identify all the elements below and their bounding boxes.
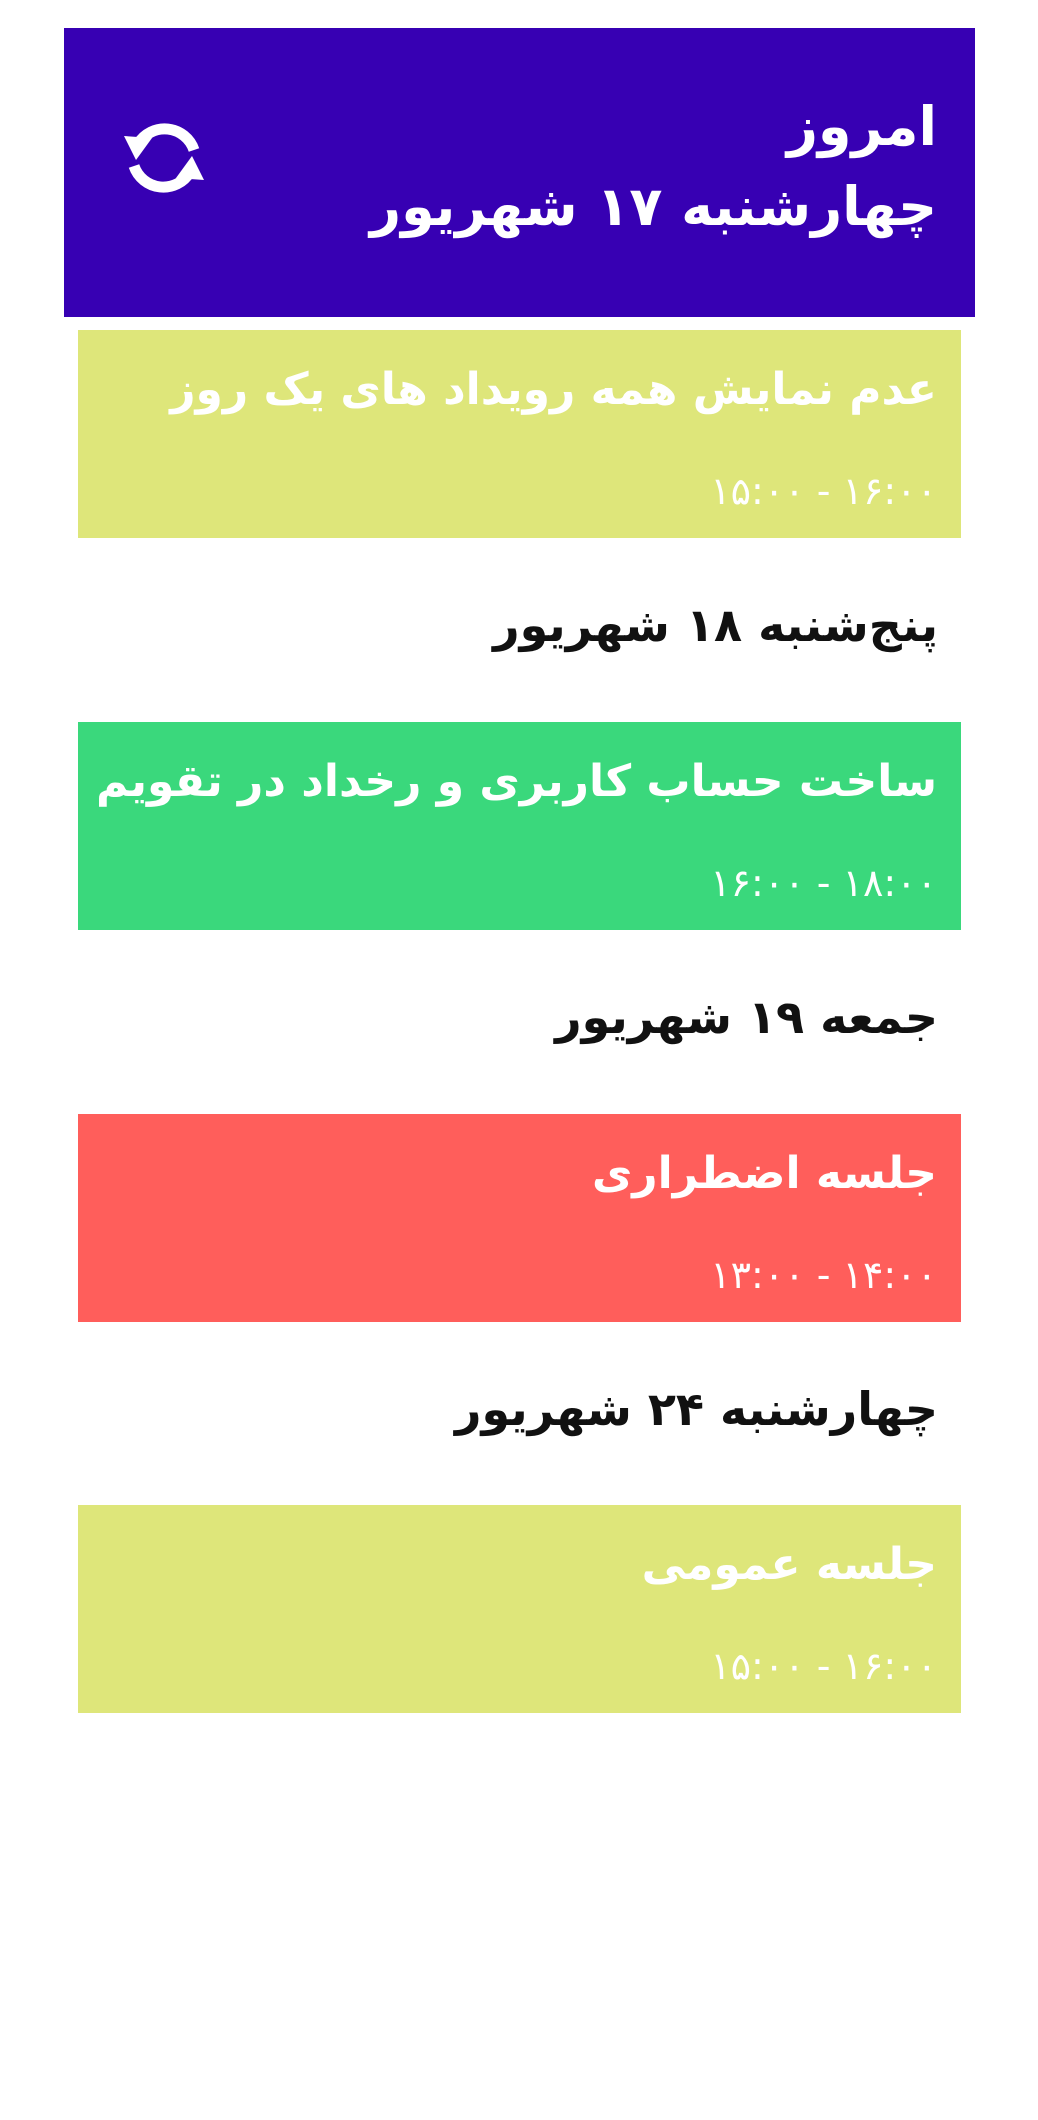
event-time: ۱۸:۰۰ - ۱۶:۰۰ [710,861,937,905]
event-time: ۱۶:۰۰ - ۱۵:۰۰ [710,1644,937,1688]
event-card[interactable]: جلسه عمومی ۱۶:۰۰ - ۱۵:۰۰ [78,1505,961,1713]
event-time: ۱۶:۰۰ - ۱۵:۰۰ [710,469,937,513]
day-heading: چهارشنبه ۲۴ شهریور [455,1382,938,1436]
event-title: عدم نمایش همه رویداد های یک روز [170,364,937,415]
day-heading: جمعه ۱۹ شهریور [555,990,938,1044]
event-card[interactable]: جلسه اضطراری ۱۴:۰۰ - ۱۳:۰۰ [78,1114,961,1322]
event-title: جلسه عمومی [641,1539,937,1590]
today-header: امروز چهارشنبه ۱۷ شهریور [64,28,975,317]
today-label: امروز [786,95,937,158]
event-title: ساخت حساب کاربری و رخداد در تقویم [95,756,937,807]
day-heading: پنج‌شنبه ۱۸ شهریور [493,598,938,652]
event-card[interactable]: ساخت حساب کاربری و رخداد در تقویم ۱۸:۰۰ … [78,722,961,930]
event-time: ۱۴:۰۰ - ۱۳:۰۰ [710,1253,937,1297]
refresh-icon[interactable] [114,108,214,208]
event-card[interactable]: عدم نمایش همه رویداد های یک روز ۱۶:۰۰ - … [78,330,961,538]
today-date: چهارشنبه ۱۷ شهریور [370,175,937,238]
event-title: جلسه اضطراری [591,1148,937,1199]
